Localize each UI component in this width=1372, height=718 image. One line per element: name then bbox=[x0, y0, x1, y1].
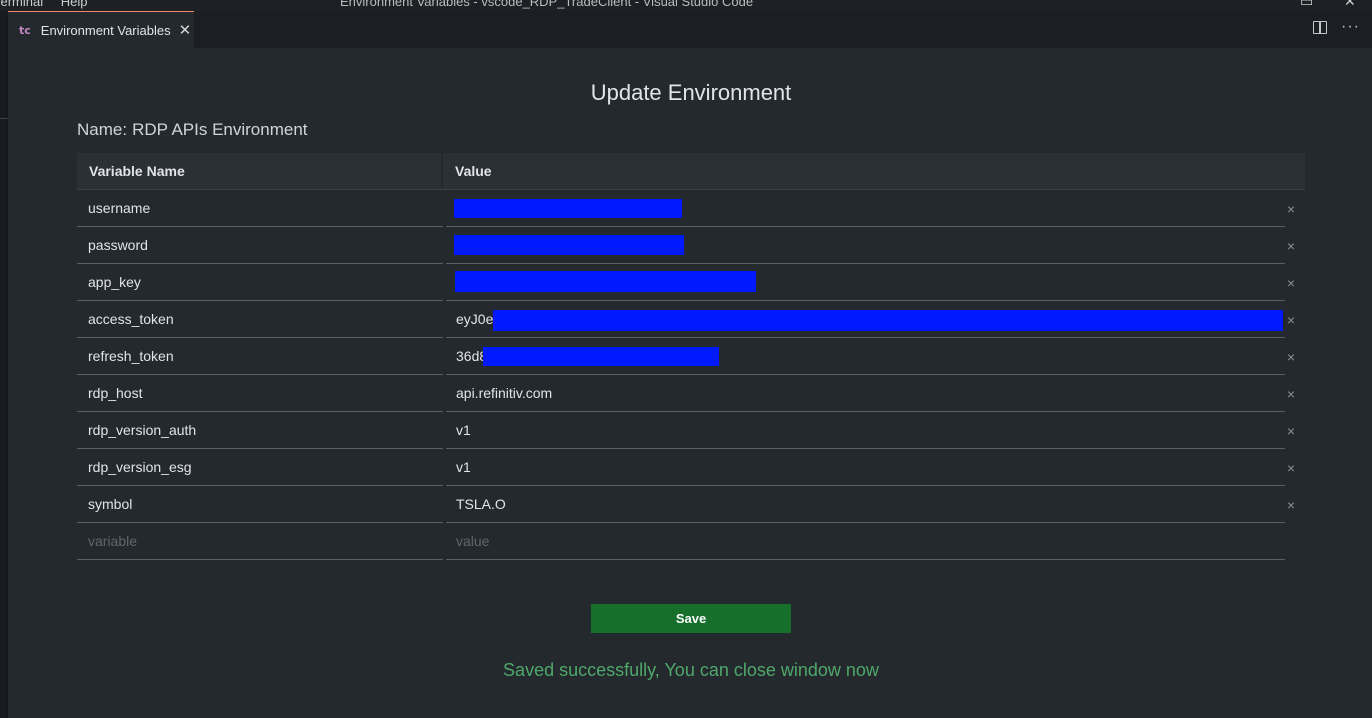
save-button[interactable]: Save bbox=[591, 604, 791, 633]
delete-row-icon[interactable]: × bbox=[1282, 301, 1300, 338]
table-row: rdp_host api.refinitiv.com × bbox=[77, 375, 1305, 412]
environment-name: Name: RDP APIs Environment bbox=[77, 120, 308, 140]
variable-value-input[interactable]: v1 bbox=[446, 449, 1285, 486]
column-header-variable-name: Variable Name bbox=[77, 153, 443, 189]
variable-value-input[interactable]: api.refinitiv.com bbox=[446, 375, 1285, 412]
variable-value-input[interactable]: TSLA.O bbox=[446, 486, 1285, 523]
new-variable-row: variable value bbox=[77, 523, 1305, 560]
column-header-value: Value bbox=[455, 163, 492, 179]
variable-name-input[interactable]: rdp_version_esg bbox=[77, 449, 443, 486]
variable-name-input[interactable]: password bbox=[77, 227, 443, 264]
new-variable-name-input[interactable]: variable bbox=[77, 523, 443, 560]
redaction-block bbox=[493, 310, 1283, 331]
delete-row-icon[interactable]: × bbox=[1282, 227, 1300, 264]
menu-bar: Terminal Help bbox=[0, 0, 102, 9]
tab-environment-variables[interactable]: tc Environment Variables ✕ bbox=[8, 11, 194, 48]
table-header: Variable Name Value bbox=[77, 153, 1305, 190]
variable-name-input[interactable]: username bbox=[77, 190, 443, 227]
variable-name-input[interactable]: rdp_version_auth bbox=[77, 412, 443, 449]
activity-divider bbox=[0, 118, 8, 119]
table-row: password × bbox=[77, 227, 1305, 264]
webview-content: Update Environment Name: RDP APIs Environ… bbox=[8, 48, 1372, 718]
delete-row-icon[interactable]: × bbox=[1282, 449, 1300, 486]
tab-label: Environment Variables bbox=[40, 22, 171, 38]
environment-name-value: RDP APIs Environment bbox=[132, 120, 308, 139]
redaction-block bbox=[454, 199, 682, 218]
close-window-icon[interactable]: ✕ bbox=[1344, 0, 1356, 10]
delete-row-icon[interactable]: × bbox=[1282, 412, 1300, 449]
redaction-block bbox=[483, 347, 719, 366]
status-message: Saved successfully, You can close window… bbox=[503, 660, 879, 680]
window-title: Environment Variables - vscode_RDP_Trade… bbox=[340, 0, 754, 9]
title-bar: Terminal Help Environment Variables - vs… bbox=[0, 0, 1372, 11]
delete-row-icon[interactable]: × bbox=[1282, 264, 1300, 301]
environment-name-label: Name: bbox=[77, 120, 128, 139]
layout-icon[interactable]: ▭ bbox=[1300, 0, 1313, 10]
table-row: rdp_version_auth v1 × bbox=[77, 412, 1305, 449]
table-row: access_token eyJ0eX × bbox=[77, 301, 1305, 338]
delete-row-icon[interactable]: × bbox=[1282, 338, 1300, 375]
editor-actions: ··· bbox=[1313, 19, 1360, 35]
variables-table: Variable Name Value username × password … bbox=[77, 153, 1305, 560]
editor-tab-bar: tc Environment Variables ✕ ··· bbox=[8, 11, 1372, 48]
tab-file-icon: tc bbox=[19, 23, 31, 37]
table-row: username × bbox=[77, 190, 1305, 227]
page-title: Update Environment bbox=[590, 80, 792, 105]
menu-item-terminal[interactable]: Terminal bbox=[0, 0, 43, 9]
variable-name-input[interactable]: refresh_token bbox=[77, 338, 443, 375]
table-row: symbol TSLA.O × bbox=[77, 486, 1305, 523]
table-row: rdp_version_esg v1 × bbox=[77, 449, 1305, 486]
new-variable-value-input[interactable]: value bbox=[446, 523, 1285, 560]
delete-row-icon[interactable]: × bbox=[1282, 190, 1300, 227]
table-row: refresh_token 36d8 × bbox=[77, 338, 1305, 375]
table-row: app_key × bbox=[77, 264, 1305, 301]
redaction-block bbox=[454, 235, 684, 255]
variable-value-input[interactable]: v1 bbox=[446, 412, 1285, 449]
variable-name-input[interactable]: rdp_host bbox=[77, 375, 443, 412]
menu-item-help[interactable]: Help bbox=[61, 0, 88, 9]
variable-name-input[interactable]: app_key bbox=[77, 264, 443, 301]
variable-name-input[interactable]: symbol bbox=[77, 486, 443, 523]
delete-row-icon[interactable]: × bbox=[1282, 375, 1300, 412]
delete-row-icon[interactable]: × bbox=[1282, 486, 1300, 523]
variable-name-input[interactable]: access_token bbox=[77, 301, 443, 338]
more-actions-icon[interactable]: ··· bbox=[1341, 19, 1360, 35]
activity-bar bbox=[0, 11, 8, 718]
split-editor-icon[interactable] bbox=[1313, 21, 1328, 34]
redaction-block bbox=[455, 271, 756, 292]
close-icon[interactable]: ✕ bbox=[179, 21, 192, 39]
